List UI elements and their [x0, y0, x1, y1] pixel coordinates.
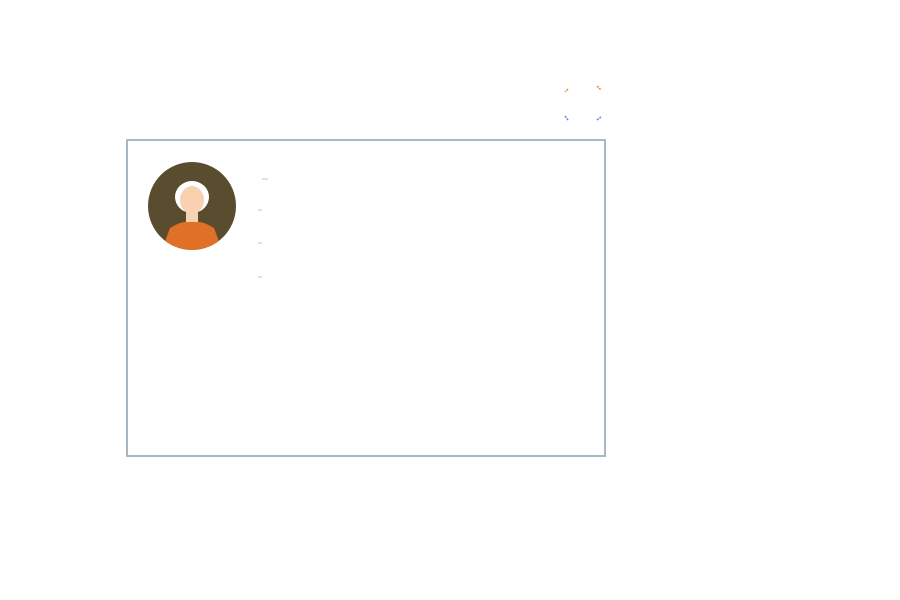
corner-brackets-icon	[564, 85, 602, 121]
user-avatar-icon	[148, 162, 236, 250]
card-text-line	[258, 276, 262, 278]
card-text	[258, 165, 590, 278]
card-text-line	[258, 242, 262, 244]
card-text-line	[258, 209, 262, 211]
page: { "colors": { "card_border": "#a9b8c1", …	[0, 0, 900, 600]
card-title	[262, 178, 268, 180]
profile-card	[126, 139, 606, 457]
